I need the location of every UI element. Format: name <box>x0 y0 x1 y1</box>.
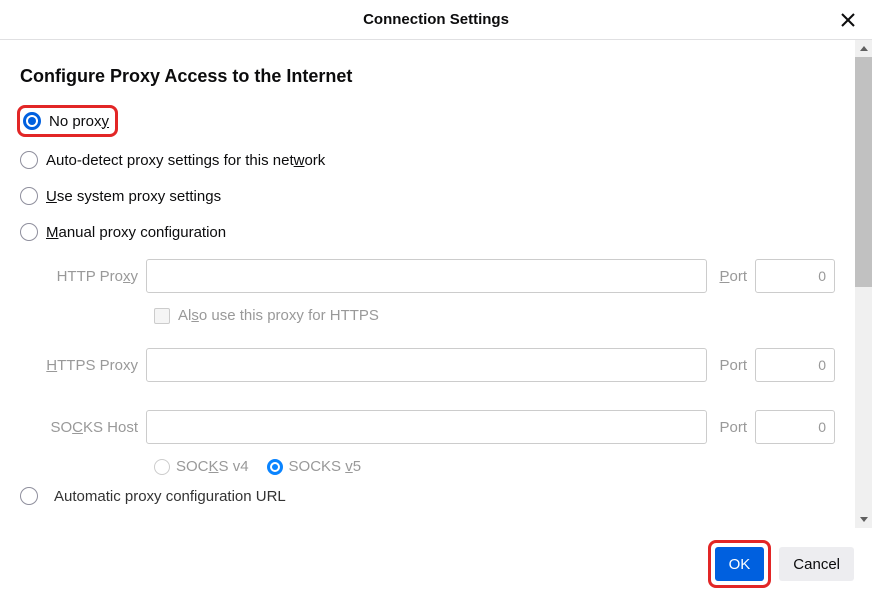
content-wrapper: Configure Proxy Access to the Internet N… <box>0 40 872 528</box>
section-title: Configure Proxy Access to the Internet <box>20 66 835 87</box>
socks-version-row: SOCKS v4 SOCKS v5 <box>154 458 835 475</box>
scrollbar-down-icon[interactable] <box>855 511 872 528</box>
cancel-button[interactable]: Cancel <box>779 547 854 581</box>
http-proxy-label: HTTP Proxy <box>46 268 146 285</box>
also-https-row[interactable]: Also use this proxy for HTTPS <box>154 307 835 324</box>
http-port-label: Port <box>707 268 755 285</box>
scrollbar-up-icon[interactable] <box>855 40 872 57</box>
https-proxy-input[interactable] <box>146 348 707 382</box>
https-port-input[interactable] <box>755 348 835 382</box>
radio-indicator <box>23 112 41 130</box>
checkbox-indicator <box>154 308 170 324</box>
socks-v4-label: SOCKS v4 <box>176 458 249 475</box>
radio-auto-url[interactable]: Automatic proxy configuration URL <box>20 487 835 505</box>
dialog-footer: OK Cancel <box>0 528 872 600</box>
http-port-input[interactable] <box>755 259 835 293</box>
http-proxy-input[interactable] <box>146 259 707 293</box>
ok-button[interactable]: OK <box>715 547 765 581</box>
https-proxy-row: HTTPS Proxy Port <box>46 348 835 382</box>
socks-host-input[interactable] <box>146 410 707 444</box>
https-port-label: Port <box>707 357 755 374</box>
radio-label-no-proxy: No proxy <box>49 113 109 130</box>
radio-indicator <box>267 459 283 475</box>
content-area: Configure Proxy Access to the Internet N… <box>0 40 855 528</box>
radio-label-auto-detect: Auto-detect proxy settings for this netw… <box>46 152 325 169</box>
radio-socks-v5[interactable]: SOCKS v5 <box>267 458 362 475</box>
radio-indicator <box>20 487 38 505</box>
highlight-ok: OK <box>708 540 772 588</box>
socks-port-input[interactable] <box>755 410 835 444</box>
socks-host-label: SOCKS Host <box>46 419 146 436</box>
socks-host-row: SOCKS Host Port <box>46 410 835 444</box>
radio-indicator <box>154 459 170 475</box>
https-proxy-label: HTTPS Proxy <box>46 357 146 374</box>
radio-manual-proxy[interactable]: Manual proxy configuration <box>20 223 835 241</box>
radio-label-auto-url: Automatic proxy configuration URL <box>54 488 286 505</box>
socks-port-label: Port <box>707 419 755 436</box>
radio-auto-detect[interactable]: Auto-detect proxy settings for this netw… <box>20 151 835 169</box>
radio-label-manual-proxy: Manual proxy configuration <box>46 224 226 241</box>
radio-indicator <box>20 187 38 205</box>
proxy-fields: HTTP Proxy Port Also use this proxy for … <box>20 259 835 475</box>
scrollbar-thumb[interactable] <box>855 57 872 287</box>
radio-socks-v4[interactable]: SOCKS v4 <box>154 458 249 475</box>
scrollbar[interactable] <box>855 40 872 528</box>
dialog-title: Connection Settings <box>363 11 509 28</box>
radio-no-proxy[interactable]: No proxy <box>23 112 109 130</box>
also-https-label: Also use this proxy for HTTPS <box>178 307 379 324</box>
http-proxy-row: HTTP Proxy Port <box>46 259 835 293</box>
radio-label-system-proxy: Use system proxy settings <box>46 188 221 205</box>
close-icon[interactable] <box>836 8 860 32</box>
radio-indicator <box>20 223 38 241</box>
highlight-no-proxy: No proxy <box>17 105 118 137</box>
dialog-header: Connection Settings <box>0 0 872 40</box>
radio-indicator <box>20 151 38 169</box>
socks-v5-label: SOCKS v5 <box>289 458 362 475</box>
radio-system-proxy[interactable]: Use system proxy settings <box>20 187 835 205</box>
